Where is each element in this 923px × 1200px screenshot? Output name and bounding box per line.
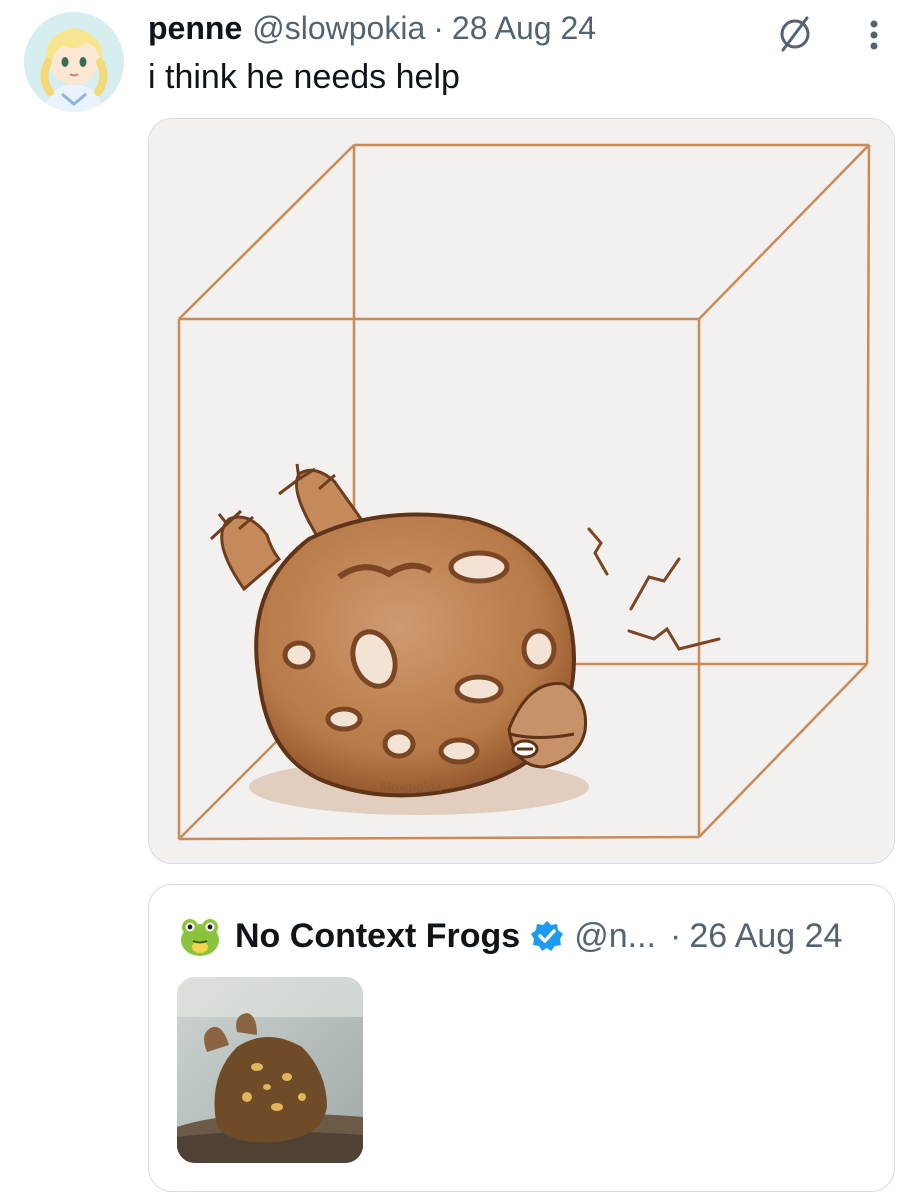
more-vertical-icon[interactable] [862, 14, 886, 54]
quoted-avatar[interactable] [177, 913, 223, 959]
frog-box-illustration: Slowpokia [149, 119, 894, 863]
display-name[interactable]: penne [148, 10, 242, 47]
quoted-date[interactable]: 26 Aug 24 [689, 917, 842, 956]
artist-signature: Slowpokia [379, 780, 442, 794]
quoted-media-thumbnail[interactable] [177, 977, 363, 1163]
tweet-text: i think he needs help [148, 58, 460, 96]
user-handle[interactable]: @slowpokia [252, 10, 425, 47]
tweet-header: penne @slowpokia · 28 Aug 24 [148, 10, 813, 56]
tweet-date[interactable]: 28 Aug 24 [452, 10, 596, 47]
quoted-tweet[interactable]: No Context Frogs @n... · 26 Aug 24 [148, 884, 895, 1192]
avatar[interactable] [24, 12, 124, 112]
quoted-display-name[interactable]: No Context Frogs [235, 917, 520, 956]
quoted-separator-dot: · [669, 916, 682, 955]
verified-badge-icon [531, 921, 564, 951]
avatar-image [24, 12, 124, 112]
frog-photo [177, 977, 363, 1163]
frog-emoji-avatar [177, 913, 223, 959]
no-sign-icon[interactable] [773, 12, 817, 56]
tweet-media-image[interactable]: Slowpokia [148, 118, 895, 864]
quoted-handle[interactable]: @n... [574, 917, 656, 956]
separator-dot: · [433, 10, 444, 46]
quoted-header: No Context Frogs @n... · 26 Aug 24 [235, 913, 842, 959]
